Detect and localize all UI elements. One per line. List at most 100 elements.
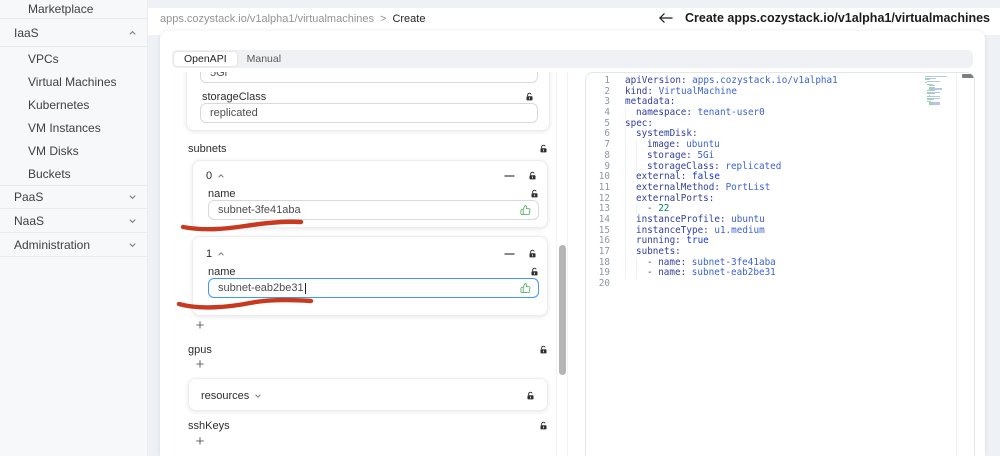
thumbs-up-icon (520, 282, 531, 294)
code-line: 12 externalPorts: (598, 192, 715, 205)
sidebar-item-label: Buckets (28, 166, 71, 181)
cozystack-dashboard: Marketplace IaaS VPCs Virtual Machines Kuber… (0, 0, 1000, 456)
chevron-up-icon (128, 28, 137, 37)
sidebar-item-marketplace[interactable]: Marketplace (0, 0, 147, 19)
minus-icon (504, 175, 515, 177)
chevron-up-icon (218, 252, 224, 256)
chevron-down-icon (128, 240, 137, 249)
subnet-name-input-0[interactable]: subnet-3fe41aba (208, 200, 539, 220)
back-arrow-icon (659, 13, 673, 23)
code-line: 18- name: subnet-3fe41aba (598, 256, 776, 269)
sidebar-item-vm-disks[interactable]: VM Disks (0, 139, 147, 162)
resources-card: resources (188, 378, 548, 411)
tab-openapi[interactable]: OpenAPI (174, 52, 237, 66)
chevron-down-icon (128, 216, 137, 225)
openapi-form: 5Gi storageClass replicated subnets 0 na… (172, 72, 556, 456)
code-lines: 1 apiVersion: apps.cozystack.io/v1alpha1 2… (586, 75, 974, 290)
sidebar-item-iaas[interactable]: IaaS (0, 19, 147, 47)
minimap[interactable] (925, 76, 955, 136)
subnets-label: subnets (188, 142, 227, 155)
sidebar-item-label: VM Instances (28, 120, 101, 135)
sidebar-item-label: NaaS (14, 213, 45, 228)
breadcrumb-resource-link[interactable]: apps.cozystack.io/v1alpha1/virtualmachin… (160, 13, 374, 25)
thumbs-up-icon (520, 204, 531, 216)
tab-manual[interactable]: Manual (237, 52, 291, 66)
lock-icon[interactable] (528, 171, 537, 181)
storage-input-value: 5Gi (210, 72, 228, 79)
subnet-name-input-1[interactable]: subnet-eab2be31 (208, 278, 539, 298)
add-sshkey-button[interactable]: + (192, 434, 208, 450)
sidebar-item-paas[interactable]: PaaS (0, 185, 147, 209)
sidebar-item-label: PaaS (14, 190, 44, 204)
sidebar-item-kubernetes[interactable]: Kubernetes (0, 93, 147, 116)
create-form-panel: OpenAPI Manual 5Gi storageClass replicat… (160, 31, 985, 456)
code-line: 20 (598, 278, 610, 290)
sidebar-menu: Marketplace IaaS VPCs Virtual Machines Kuber… (0, 0, 147, 257)
add-gpu-button[interactable]: + (192, 357, 208, 373)
sidebar-item-label: Virtual Machines (28, 74, 117, 89)
code-line: 19- name: subnet-eab2be31 (598, 267, 776, 280)
chevron-down-icon (255, 394, 262, 398)
subnet-item-card-0: 0 name subnet-3fe41aba (192, 160, 548, 228)
code-line: 6 systemDisk: (604, 128, 698, 141)
add-subnet-button[interactable]: + (192, 318, 208, 334)
breadcrumb-separator: > (380, 13, 387, 25)
storageclass-label: storageClass (202, 90, 267, 103)
sidebar-item-label: IaaS (14, 25, 39, 40)
lock-icon[interactable] (539, 144, 548, 154)
sidebar-item-label: Kubernetes (28, 97, 90, 112)
subnet-name-value-1: subnet-eab2be31 (218, 282, 304, 294)
lock-icon[interactable] (526, 391, 535, 401)
storageclass-input-value: replicated (210, 107, 258, 119)
chevron-up-icon (218, 174, 224, 178)
breadcrumb: apps.cozystack.io/v1alpha1/virtualmachin… (160, 13, 425, 25)
lock-icon[interactable] (525, 92, 534, 102)
yaml-editor[interactable]: 1 apiVersion: apps.cozystack.io/v1alpha1 2… (585, 72, 975, 456)
gpus-label: gpus (188, 343, 212, 356)
text-caret (304, 282, 306, 294)
subnet-name-value-0: subnet-3fe41aba (218, 204, 301, 216)
lock-icon[interactable] (539, 345, 548, 355)
subnet-item-card-1: 1 name subnet-eab2be31 (192, 236, 548, 316)
lock-icon[interactable] (530, 189, 539, 199)
back-button[interactable] (658, 12, 673, 24)
remove-item-button[interactable] (504, 249, 515, 259)
lock-icon[interactable] (530, 267, 539, 277)
code-line: 17 subnets: (598, 246, 681, 258)
page-title: Create apps.cozystack.io/v1alpha1/virtua… (685, 11, 990, 25)
sidebar-item-virtual-machines[interactable]: Virtual Machines (0, 70, 147, 93)
sidebar-item-buckets[interactable]: Buckets (0, 162, 147, 185)
sshkeys-label: sshKeys (188, 419, 230, 432)
minimap-separator (956, 73, 957, 456)
lock-icon[interactable] (528, 249, 537, 259)
sidebar-item-naas[interactable]: NaaS (0, 209, 147, 233)
subnet-item-1-toggle[interactable]: 1 (206, 248, 225, 260)
storageclass-input[interactable]: replicated (200, 103, 538, 123)
remove-item-button[interactable] (504, 171, 515, 181)
form-scrollbar (556, 72, 568, 456)
page-header: Create apps.cozystack.io/v1alpha1/virtua… (658, 11, 990, 25)
subnet-item-0-index: 0 (206, 170, 213, 182)
minimap-slider[interactable] (962, 74, 974, 78)
chevron-down-icon (128, 193, 137, 202)
sidebar-item-label: VM Disks (28, 143, 79, 158)
lock-icon[interactable] (539, 421, 548, 431)
subnet-item-0-toggle[interactable]: 0 (206, 170, 225, 182)
sidebar-item-label: VPCs (28, 51, 59, 66)
resources-label: resources (201, 390, 250, 402)
sidebar-item-label: Administration (14, 237, 91, 252)
subnet-name-label: name (208, 265, 236, 278)
sidebar-item-vpcs[interactable]: VPCs (0, 47, 147, 70)
form-scrollbar-thumb[interactable] (559, 245, 566, 375)
code-line: 7 image: ubuntu (604, 139, 720, 151)
storage-input[interactable]: 5Gi (200, 72, 538, 83)
resources-toggle[interactable]: resources (201, 390, 262, 402)
subnet-name-label: name (208, 187, 236, 200)
sidebar-item-vm-instances[interactable]: VM Instances (0, 116, 147, 139)
subnet-item-1-index: 1 (206, 248, 213, 260)
sidebar-nav: Marketplace IaaS VPCs Virtual Machines Kuber… (0, 0, 148, 456)
sidebar-item-administration[interactable]: Administration (0, 233, 147, 257)
minus-icon (504, 253, 515, 255)
breadcrumb-current: Create (392, 13, 426, 25)
editor-mode-tabs: OpenAPI Manual (172, 50, 973, 68)
